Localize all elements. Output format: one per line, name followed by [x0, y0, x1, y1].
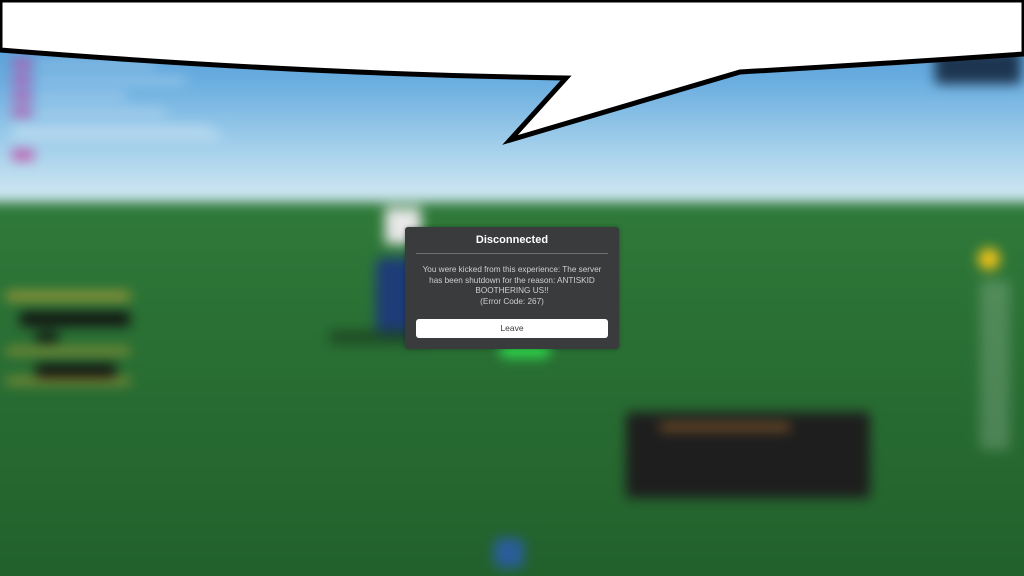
dialog-title: Disconnected [475, 234, 549, 246]
dialog-divider [416, 253, 608, 254]
dialog-message-line: has been shutdown for the reason: ANTISK… [429, 275, 595, 285]
blurred-bottom-button [494, 538, 524, 568]
blurred-bottom-panel-text [660, 424, 790, 430]
blurred-side-panel [36, 364, 116, 378]
blurred-side-panel [6, 292, 130, 300]
blurred-side-toolbar [980, 280, 1010, 450]
blurred-side-panel [6, 378, 130, 384]
speech-bubble [0, 0, 1024, 145]
blurred-side-panel [6, 348, 130, 354]
game-viewport: Disconnected You were kicked from this e… [0, 0, 1024, 576]
dialog-message-line: BOOTHERING US!! [475, 286, 549, 295]
disconnected-dialog: Disconnected You were kicked from this e… [405, 227, 619, 349]
blurred-coin-icon [978, 248, 1000, 270]
blurred-side-panel [20, 312, 130, 326]
blurred-side-panel [36, 332, 58, 342]
dialog-message-line: You were kicked from this experience: Th… [422, 265, 602, 274]
error-code: (Error Code: 267) [480, 296, 544, 306]
dialog-message: You were kicked from this experience: Th… [419, 265, 605, 307]
leave-button[interactable]: Leave [416, 319, 608, 338]
